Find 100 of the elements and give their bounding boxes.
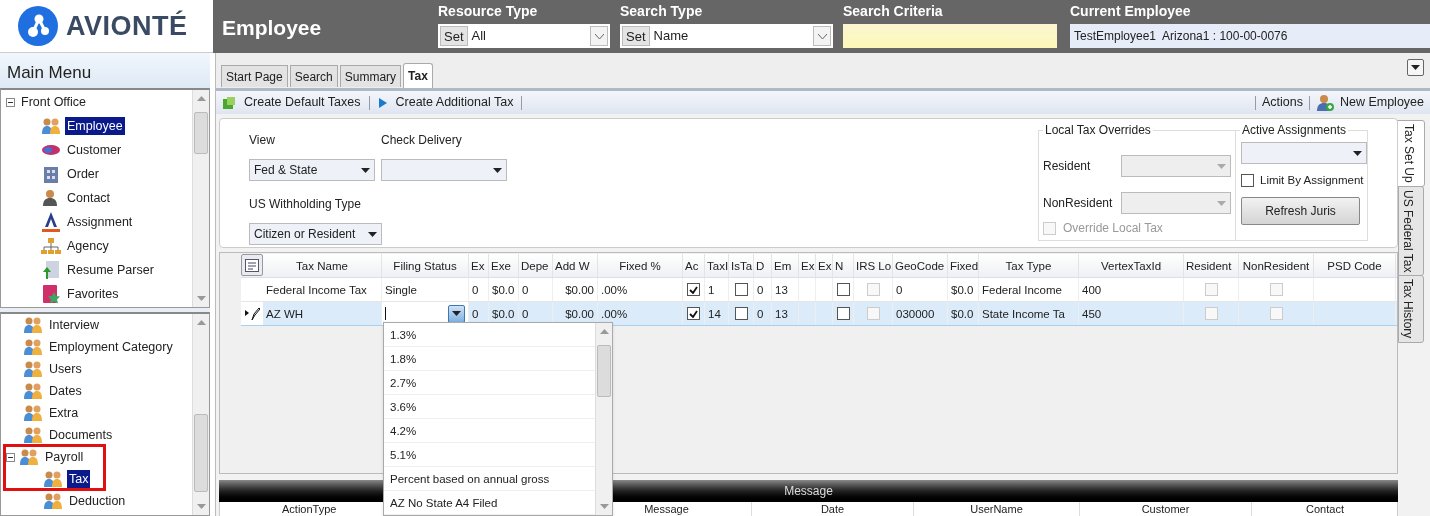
tree-item[interactable]: Favorites — [65, 285, 121, 303]
column-header[interactable]: Ex — [816, 254, 833, 277]
combo-box[interactable] — [1121, 192, 1231, 214]
column-header[interactable]: Ex — [799, 254, 816, 277]
tree-item[interactable]: Deduction — [67, 492, 128, 510]
tree-item[interactable]: Contact — [65, 189, 113, 207]
tab[interactable]: Search — [289, 65, 338, 87]
tab[interactable]: Start Page — [221, 65, 288, 87]
column-header[interactable]: Resident — [1184, 254, 1239, 277]
field-label: NonResident — [1043, 195, 1114, 212]
combo-box[interactable]: Set All — [438, 24, 610, 48]
column-header[interactable]: PSD Code — [1314, 254, 1396, 277]
toolbar-button[interactable]: Actions — [1261, 93, 1303, 112]
collapse-icon[interactable] — [6, 452, 15, 462]
tab[interactable]: Summary — [339, 65, 402, 87]
scrollbar[interactable] — [192, 90, 209, 307]
combo-box[interactable] — [1241, 142, 1367, 164]
column-header[interactable]: UserName — [914, 502, 1080, 516]
tree-item[interactable]: Resume Parser — [65, 261, 156, 279]
side-tab[interactable]: Tax History — [1398, 275, 1424, 343]
combo-box[interactable]: Citizen or Resident — [249, 223, 382, 245]
tree-item[interactable]: Users — [47, 360, 84, 378]
chevron-down-icon — [594, 33, 604, 39]
checkbox[interactable] — [836, 307, 850, 320]
tree-item[interactable]: Dates — [47, 382, 84, 400]
group-title: Active Assignments — [1241, 122, 1348, 139]
column-header[interactable]: Ac — [683, 254, 705, 277]
table-row[interactable]: Federal Income Tax Single 0 $0.0 0 $0.00 .00% 1 0 13 0 $0.0 Federal Income 400 — [241, 278, 1397, 302]
scroll-thumb[interactable] — [597, 345, 611, 397]
combo-value: Name — [653, 27, 690, 46]
side-tab[interactable]: US Federal Tax — [1398, 185, 1424, 277]
tree-item[interactable]: Tax — [67, 470, 91, 488]
column-header[interactable]: Fixed — [948, 254, 979, 277]
column-header[interactable]: Filing Status — [382, 254, 469, 277]
tree-item[interactable]: Employee — [65, 117, 125, 135]
column-header[interactable]: VertexTaxId — [1079, 254, 1184, 277]
toolbar-button[interactable]: Create Additional Tax — [395, 93, 514, 112]
checkbox[interactable] — [734, 307, 748, 320]
column-header[interactable]: IRS Lo — [854, 254, 893, 277]
people-icon — [23, 382, 43, 400]
tree-item[interactable]: Payroll — [43, 448, 86, 466]
tree-item[interactable]: Agency — [65, 237, 111, 255]
text-cursor — [385, 307, 386, 320]
toolbar-button[interactable]: Create Default Taxes — [244, 93, 361, 112]
column-header[interactable]: D — [754, 254, 772, 277]
people-icon — [23, 316, 43, 334]
tree-item[interactable]: Order — [65, 165, 101, 183]
checkbox[interactable] — [1241, 174, 1254, 188]
column-header[interactable]: GeoCode — [893, 254, 948, 277]
side-tab[interactable]: Tax Set Up — [1396, 120, 1425, 187]
tree-item[interactable]: Front Office — [19, 93, 89, 111]
column-header[interactable]: Ex — [469, 254, 489, 277]
tree-item[interactable]: Assignment — [65, 213, 135, 231]
dropdown-button[interactable] — [448, 304, 465, 323]
chevron-down-icon — [817, 33, 827, 39]
set-button[interactable]: Set — [622, 26, 650, 46]
column-chooser-button[interactable] — [241, 254, 263, 276]
column-header[interactable]: Tax Name — [263, 254, 382, 277]
field-label: Resource Type — [438, 2, 539, 20]
checkbox[interactable] — [687, 283, 700, 296]
tree-item[interactable]: Customer — [65, 141, 124, 159]
column-header[interactable]: NonResident — [1239, 254, 1314, 277]
combo-box[interactable] — [381, 159, 507, 181]
scrollbar[interactable] — [595, 323, 612, 515]
column-header[interactable]: Add W — [553, 254, 598, 277]
column-header[interactable]: TaxI — [705, 254, 729, 277]
checkbox[interactable] — [687, 307, 700, 320]
column-header[interactable]: IsTa — [729, 254, 754, 277]
caret-icon — [1217, 163, 1226, 169]
column-header[interactable]: Contact — [1252, 502, 1398, 516]
column-header[interactable]: Fixed % — [598, 254, 683, 277]
combo-box[interactable]: Set Name — [620, 24, 833, 48]
column-header[interactable]: Depe — [519, 254, 553, 277]
scroll-thumb[interactable] — [194, 414, 208, 492]
scroll-thumb[interactable] — [194, 112, 208, 154]
menu-dropdown-button[interactable] — [1407, 59, 1424, 76]
checkbox[interactable] — [734, 283, 748, 296]
combo-box[interactable]: Fed & State — [249, 159, 375, 181]
tab[interactable]: Tax — [403, 63, 433, 88]
refresh-button[interactable]: Refresh Juris — [1241, 197, 1360, 226]
column-header[interactable]: Tax Type — [979, 254, 1079, 277]
search-field[interactable] — [843, 24, 1057, 48]
combo-box[interactable] — [1121, 155, 1231, 177]
tree-item[interactable]: Documents — [47, 426, 115, 444]
table-cell: Federal Income Tax — [263, 278, 382, 301]
toolbar-button[interactable]: New Employee — [1339, 93, 1424, 112]
column-header[interactable]: Date — [752, 502, 914, 516]
column-header[interactable]: Em — [772, 254, 799, 277]
column-header[interactable]: Exe — [489, 254, 519, 277]
column-header[interactable]: N — [833, 254, 854, 277]
tree-item[interactable]: Interview — [47, 316, 102, 334]
set-button[interactable]: Set — [440, 26, 468, 46]
tree-item[interactable]: Extra — [47, 404, 81, 422]
table-row[interactable]: AZ WH 0 $0.0 0 $0.00 .00% 14 0 13 030000 $0.0 State Income Ta 450 — [241, 302, 1397, 326]
table-cell: 0 — [469, 278, 489, 301]
scrollbar[interactable] — [192, 314, 209, 515]
column-header[interactable]: Customer — [1080, 502, 1252, 516]
tree-item[interactable]: Employment Category — [47, 338, 175, 356]
collapse-icon[interactable] — [6, 97, 15, 107]
checkbox[interactable] — [836, 283, 850, 296]
